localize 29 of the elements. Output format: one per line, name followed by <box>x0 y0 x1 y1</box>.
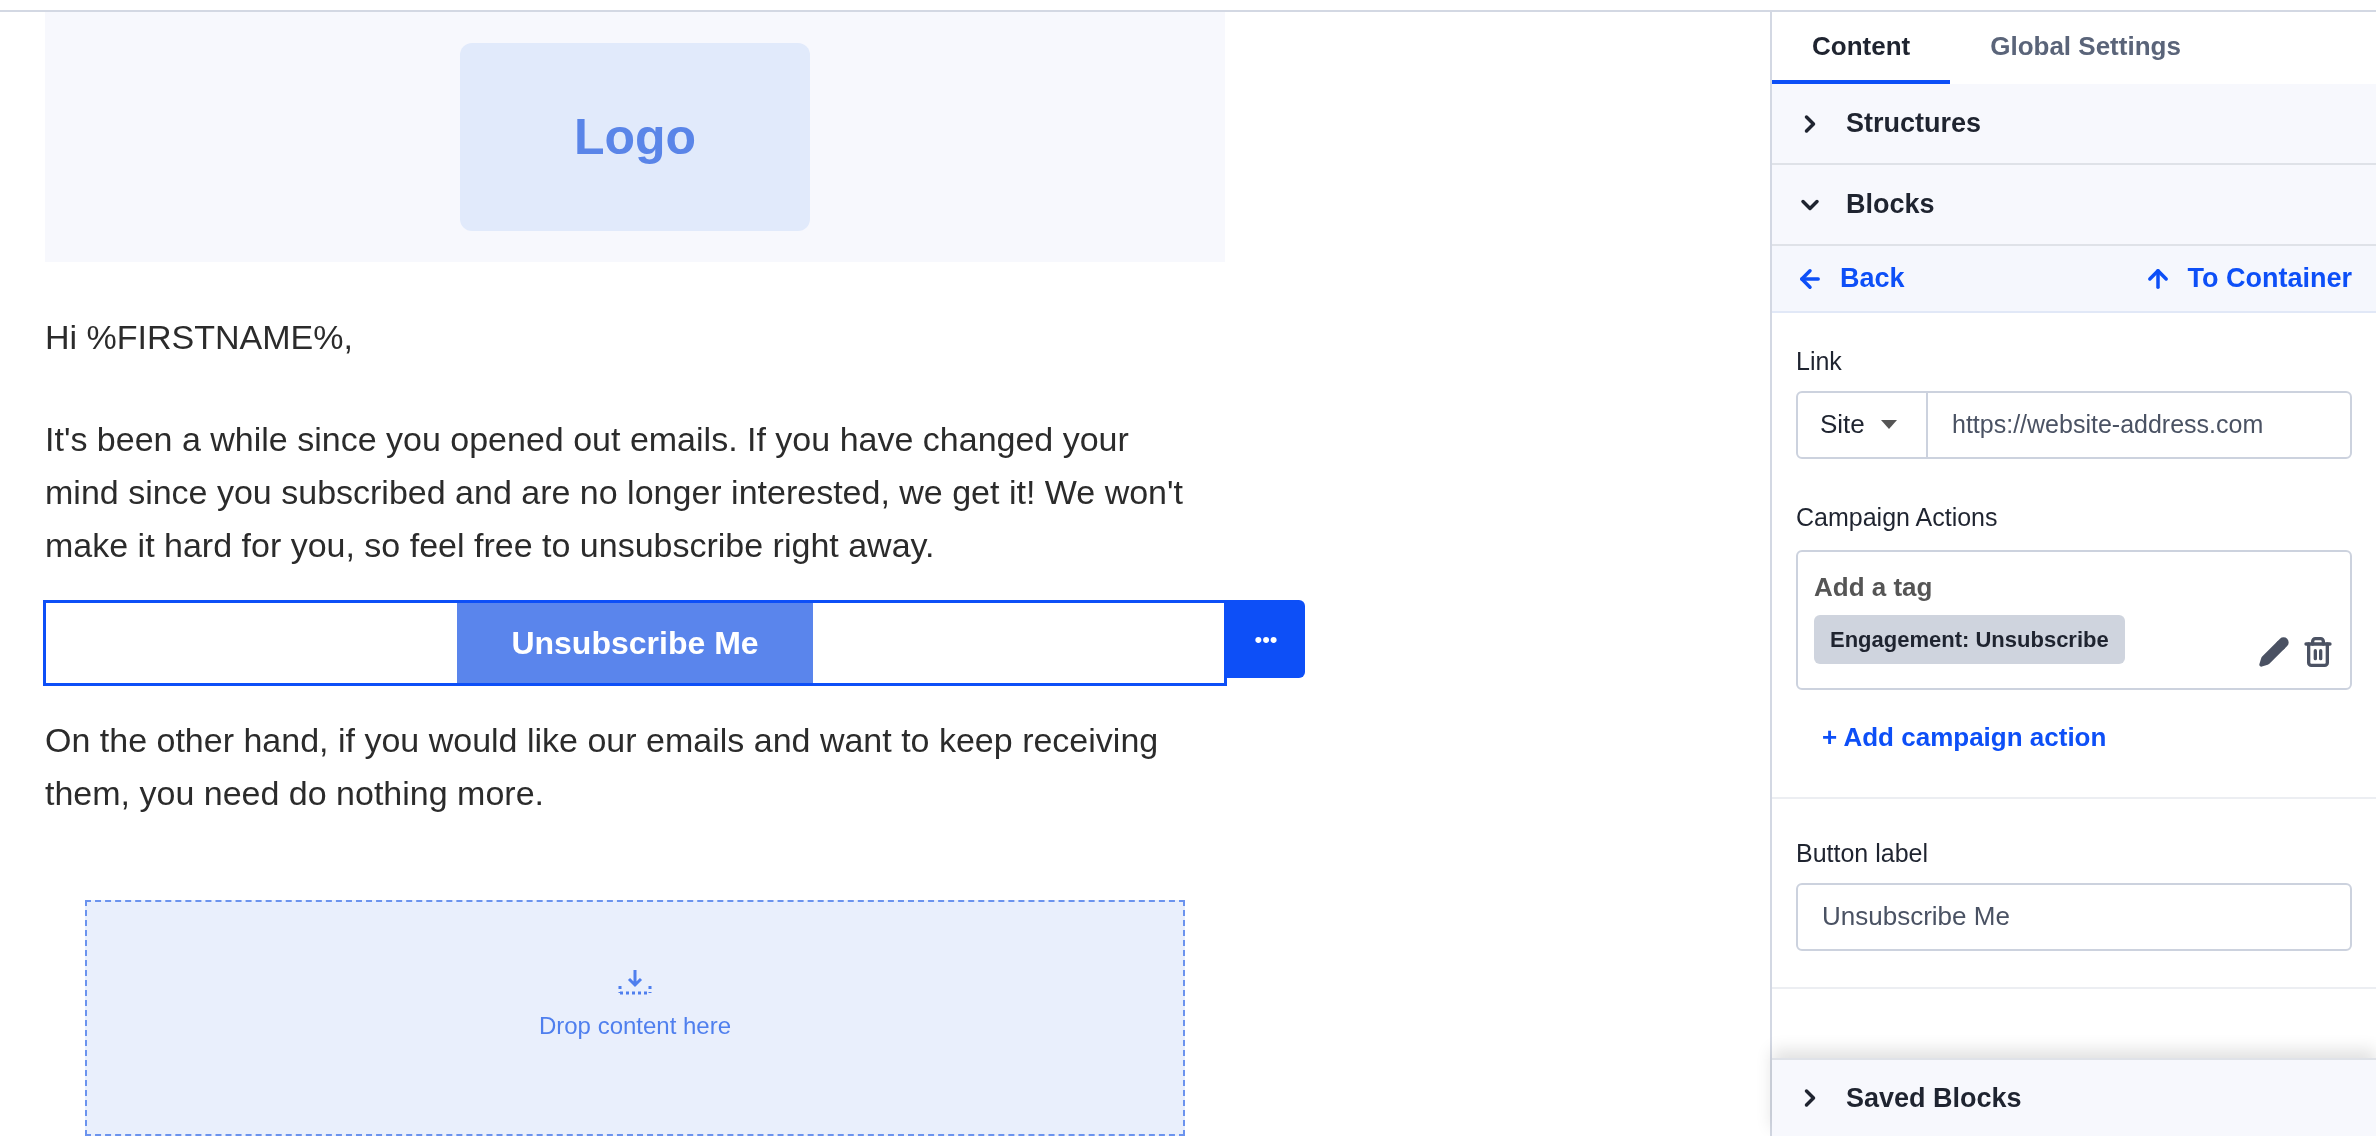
greeting-text: Hi %FIRSTNAME%, <box>45 317 354 358</box>
logo-text: Logo <box>573 107 697 167</box>
edit-icon[interactable] <box>2258 636 2290 668</box>
paragraph-text: On the other hand, if you would like our emails and want to keep receiving them, you need do nothing more. <box>45 720 1160 814</box>
more-options-button[interactable]: ••• <box>1227 600 1305 678</box>
tag-chip: Engagement: Unsubscribe <box>1814 615 2125 664</box>
url-value: https://website-address.com <box>1951 408 2264 440</box>
accordion-header[interactable]: Saved Blocks <box>1772 1058 2376 1136</box>
button-block[interactable]: Unsubscribe Me <box>43 600 1227 686</box>
drop-zone[interactable]: Drop content here <box>85 900 1185 1136</box>
button-label-field[interactable]: Unsubscribe Me <box>1796 882 2352 951</box>
tab[interactable]: Global Settings <box>1950 12 2221 84</box>
action-title: Add a tag <box>1814 571 1934 604</box>
field-label: Button label <box>1796 838 1930 869</box>
dropdown-caret-icon <box>1880 420 1897 429</box>
field-label: Link <box>1796 346 1843 377</box>
paragraph-text: It's been a while since you opened out emails. If you have changed your mind since you subscribed and are no longer interested, we get it! We won't make it hard for you, so feel free to unsubscribe right away. <box>45 419 1184 566</box>
field-label: Campaign Actions <box>1796 501 1999 533</box>
to-container-link[interactable]: To Container <box>2143 258 2352 299</box>
link-field[interactable]: Site https://website-address.com <box>1796 390 2352 459</box>
trash-icon[interactable] <box>2302 636 2334 668</box>
accordion-header[interactable]: Blocks <box>1772 165 2376 246</box>
back-link[interactable]: Back <box>1796 258 1905 299</box>
add-campaign-action-link[interactable]: + Add campaign action <box>1822 718 2107 757</box>
unsubscribe-button[interactable]: Unsubscribe Me <box>457 603 813 683</box>
drop-content-label: Drop content here <box>538 1011 732 1041</box>
drop-icon <box>617 968 653 996</box>
link-type-select[interactable]: Site <box>1798 392 1928 457</box>
accordion-header[interactable]: Structures <box>1772 84 2376 165</box>
